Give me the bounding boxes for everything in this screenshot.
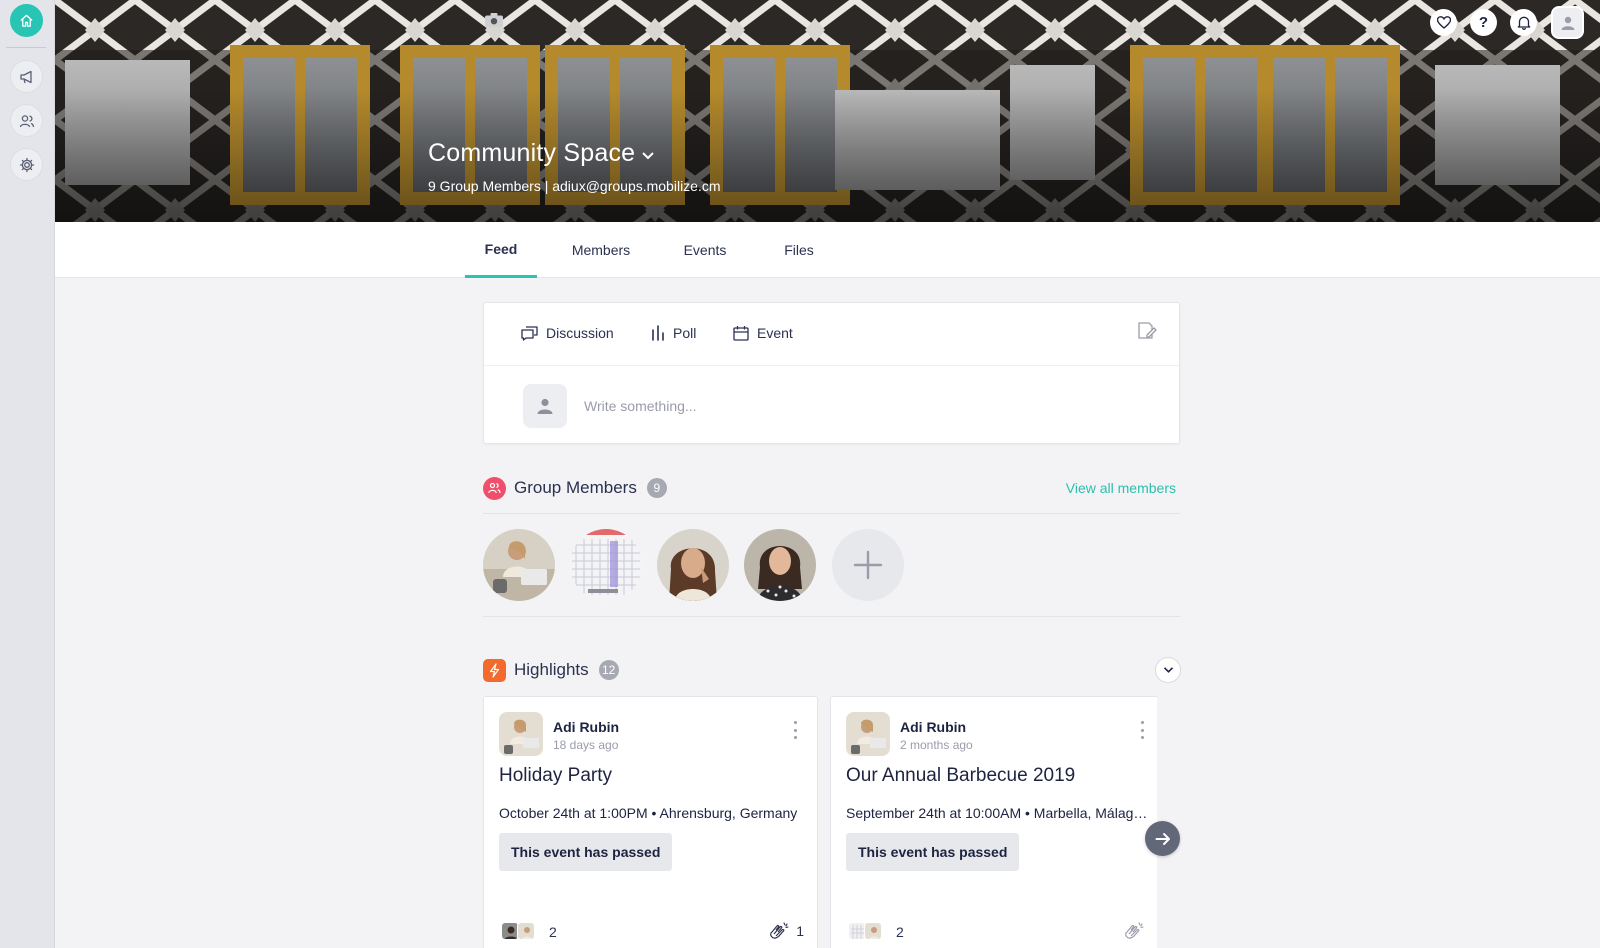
group-subtitle: 9 Group Members | adiux@groups.mobilize.… [428,178,721,194]
author-name[interactable]: Adi Rubin [900,719,966,735]
tab-events[interactable]: Events [665,222,745,278]
poll-button[interactable]: Poll [651,325,696,341]
group-tabs: Feed Members Events Files [55,222,1600,278]
event-title[interactable]: Our Annual Barbecue 2019 [846,765,1075,787]
member-avatar[interactable] [483,529,555,601]
people-icon[interactable] [10,104,43,137]
drafts-icon[interactable] [1137,322,1157,345]
add-member-button[interactable] [832,529,904,601]
composer-avatar [523,384,567,428]
sidebar-divider [6,47,46,48]
highlight-card[interactable]: Adi Rubin 2 months ago Our Annual Barbec… [830,696,1157,948]
author-avatar[interactable] [846,712,890,756]
tab-files[interactable]: Files [759,222,839,278]
gear-icon[interactable] [10,148,43,181]
camera-icon[interactable] [484,12,504,33]
highlights-header: Highlights 12 [483,655,1180,685]
event-details: October 24th at 1:00PM • Ahrensburg, Ger… [499,805,798,821]
tab-members[interactable]: Members [551,222,651,278]
clap-button[interactable] [1123,921,1151,941]
calendar-icon [733,326,749,341]
divider [483,616,1180,617]
event-status-badge: This event has passed [846,833,1020,871]
clap-count: 1 [796,923,804,939]
group-name-text: Community Space [428,139,636,167]
highlight-card[interactable]: Adi Rubin 18 days ago Holiday Party Octo… [483,696,818,948]
lightning-icon [483,658,506,682]
discussion-label: Discussion [546,325,614,341]
view-all-members-link[interactable]: View all members [1066,480,1176,496]
event-label: Event [757,325,793,341]
group-banner [55,0,1600,222]
member-avatar[interactable] [657,529,729,601]
write-something-input[interactable] [584,394,1144,418]
attendee-count: 2 [549,924,557,940]
discussion-icon [521,326,538,341]
left-sidebar [0,0,55,948]
chevron-down-icon [642,151,654,159]
group-name[interactable]: Community Space [428,139,655,168]
member-avatar[interactable] [744,529,816,601]
group-members-title: Group Members [514,478,637,497]
post-time: 18 days ago [553,738,619,752]
author-avatar[interactable] [499,712,543,756]
heart-icon[interactable] [1430,9,1457,36]
arrow-right-icon [1155,832,1170,845]
card-footer: 2 [846,919,1151,943]
discussion-button[interactable]: Discussion [521,325,614,341]
post-composer: Discussion Poll Event [483,302,1180,444]
help-icon[interactable]: ? [1470,9,1497,36]
composer-type-tabs: Discussion Poll Event [484,303,1179,366]
tab-feed[interactable]: Feed [465,222,537,278]
home-icon[interactable] [10,4,43,37]
members-count-badge: 9 [646,478,667,498]
group-members-header: Group Members 9 View all members [483,473,1180,503]
more-options-icon[interactable] [791,721,799,739]
composer-body [484,366,1179,444]
highlights-title: Highlights [514,660,589,679]
bell-icon[interactable] [1510,9,1537,36]
post-time: 2 months ago [900,738,973,752]
clap-icon [1125,922,1144,939]
clap-icon [770,922,789,939]
clap-button[interactable]: 1 [768,921,804,941]
card-footer: 2 1 [499,919,804,943]
collapse-highlights-button[interactable] [1155,657,1181,683]
megaphone-icon[interactable] [10,60,43,93]
member-avatar[interactable] [570,529,642,601]
attendee-avatar [517,922,535,940]
divider [483,513,1180,514]
attendee-count: 2 [896,924,904,940]
poll-icon [652,325,664,341]
event-button[interactable]: Event [733,325,793,341]
poll-label: Poll [673,325,697,341]
event-details: September 24th at 10:00AM • Marbella, Má… [846,805,1151,821]
author-name[interactable]: Adi Rubin [553,719,619,735]
banner-shade [55,0,1600,222]
carousel-next-button[interactable] [1145,821,1180,856]
members-icon [483,476,506,500]
highlights-count-badge: 12 [598,660,619,680]
event-status-badge: This event has passed [499,833,673,871]
plus-icon [853,550,883,580]
chevron-down-icon [1163,667,1173,673]
highlights-carousel: Adi Rubin 18 days ago Holiday Party Octo… [483,696,1157,948]
more-options-icon[interactable] [1138,721,1146,739]
attendee-avatar [864,922,882,940]
user-avatar[interactable] [1551,6,1584,39]
event-title[interactable]: Holiday Party [499,765,612,787]
